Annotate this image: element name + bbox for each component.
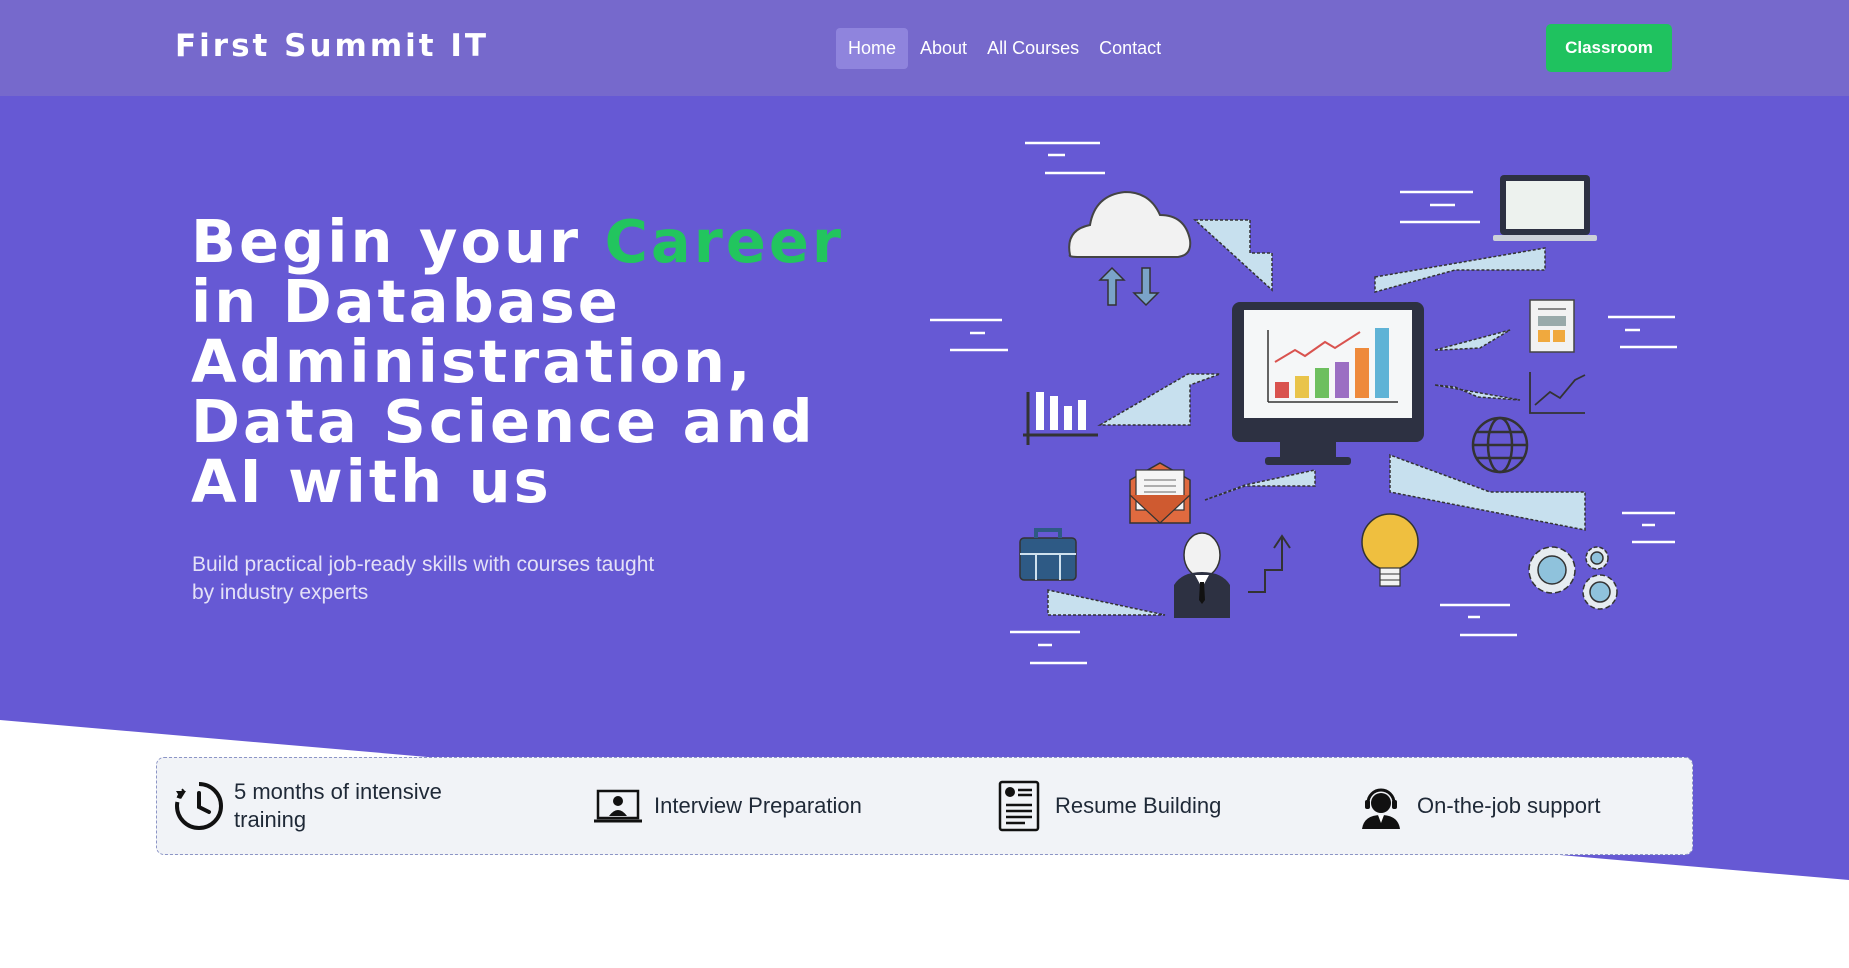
line-graph-icon [1529,372,1586,414]
feature-item-support: On-the-job support [1355,758,1685,854]
hero-illustration [930,141,1677,665]
navbar: First Summit IT Home About All Courses C… [0,0,1849,96]
classroom-button[interactable]: Classroom [1546,24,1672,72]
hero-title: Begin your Career in Database Administrat… [191,212,891,512]
briefcase-icon [1019,528,1077,581]
hero-title-part2: in Database Administration, Data Science… [191,267,816,516]
hero-subtitle: Build practical job-ready skills with co… [192,553,655,604]
brand-logo[interactable]: First Summit IT [175,28,489,64]
globe-icon [1471,416,1529,474]
nav-link-about[interactable]: About [908,28,979,69]
feature-label: 5 months of intensive training [234,779,442,832]
feature-item-resume: Resume Building [993,758,1313,854]
page: First Summit IT Home About All Courses C… [0,0,1849,968]
nav-link-all-courses[interactable]: All Courses [979,28,1087,69]
laptop-icon [1493,175,1597,241]
video-call-icon [592,780,644,832]
nav-link-contact[interactable]: Contact [1087,28,1173,69]
resume-icon [993,780,1045,832]
envelope-icon [1129,462,1191,524]
growth-arrow-icon [1248,534,1291,593]
feature-label: Interview Preparation [654,793,862,818]
main-nav: Home About All Courses Contact [836,28,1173,69]
features-bar: 5 months of intensive training Interview… [156,757,1693,855]
feature-label: Resume Building [1055,793,1222,818]
businessman-icon [1174,532,1230,618]
clock-history-icon [174,780,224,832]
nav-link-home[interactable]: Home [836,28,909,69]
lightbulb-icon [1361,513,1419,587]
gears-icon [1528,546,1618,610]
hero-title-part1: Begin your [191,207,605,276]
upload-download-arrows-icon [1098,266,1160,307]
feature-label: On-the-job support [1417,793,1601,818]
monitor-chart-icon [1232,302,1424,465]
feature-item-training: 5 months of intensive training [174,758,494,854]
bar-graph-icon [1023,392,1098,445]
feature-item-interview: Interview Preparation [592,758,912,854]
hero-title-accent: Career [604,207,844,276]
cloud-icon [1068,190,1192,258]
support-agent-icon [1355,780,1407,832]
document-icon [1529,299,1575,353]
